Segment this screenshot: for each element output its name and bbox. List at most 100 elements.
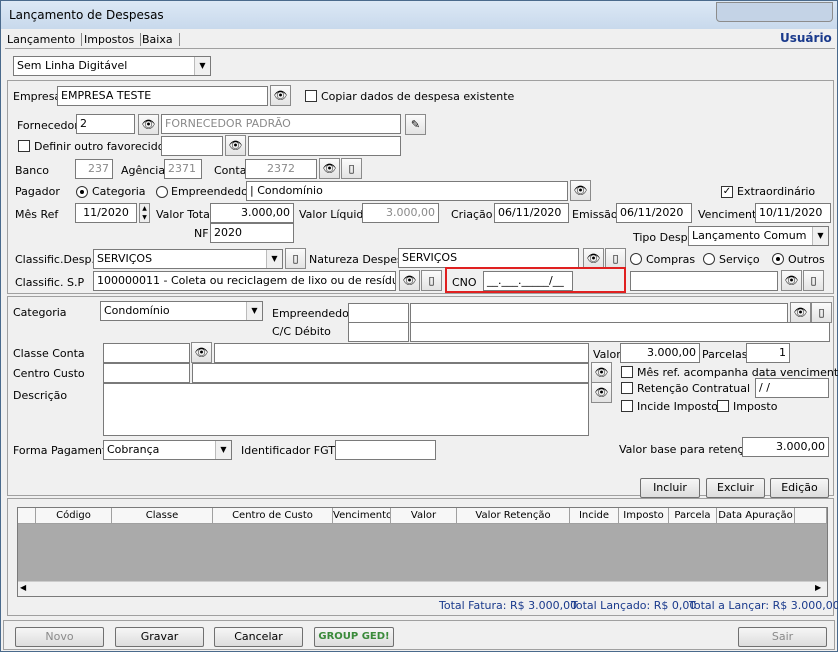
binoculars-icon[interactable]: 👁	[399, 270, 420, 291]
empreendedor-name[interactable]	[410, 303, 788, 323]
sair-button[interactable]: Sair	[738, 627, 827, 647]
categoria-select[interactable]: Condomínio ▼	[100, 301, 263, 321]
empreendedor-label: Empreendedor	[272, 307, 354, 320]
document-icon[interactable]: ▯	[341, 158, 362, 179]
classif-desp-label: Classific.Desp.	[15, 253, 95, 266]
cno-extra-input[interactable]	[630, 271, 778, 291]
classe-conta-name[interactable]	[214, 343, 589, 363]
natureza-compras-radio[interactable]	[630, 253, 642, 265]
horizontal-scrollbar[interactable]: ◀ ▶	[18, 581, 827, 596]
categoria-label: Categoria	[13, 306, 67, 319]
grid-col-classe[interactable]: Classe	[112, 508, 213, 524]
favorecido-code[interactable]	[161, 136, 223, 156]
document-icon[interactable]: ▯	[803, 270, 824, 291]
banco-input: 237	[75, 159, 113, 179]
empresa-input[interactable]: EMPRESA TESTE	[57, 86, 268, 106]
chevron-down-icon: ▼	[194, 57, 210, 75]
data-grid[interactable]: Código Classe Centro de Custo Vencimento…	[17, 507, 828, 597]
criacao-input[interactable]: 06/11/2020	[494, 203, 569, 223]
natureza-outros-radio[interactable]	[772, 253, 784, 265]
natureza-servico-radio[interactable]	[703, 253, 715, 265]
imposto-checkbox[interactable]	[717, 400, 729, 412]
binoculars-icon[interactable]: 👁	[225, 135, 246, 156]
group-ged-button[interactable]: GROUP GED!	[314, 627, 394, 647]
edicao-button[interactable]: Edição	[770, 478, 829, 498]
incluir-button[interactable]: Incluir	[640, 478, 700, 498]
grid-col-centro-custo[interactable]: Centro de Custo	[213, 508, 333, 524]
grid-col-valor[interactable]: Valor	[391, 508, 457, 524]
forma-pagamento-select[interactable]: Cobrança ▼	[103, 440, 232, 460]
mes-ref-acomp-checkbox[interactable]	[621, 366, 633, 378]
cancelar-button[interactable]: Cancelar	[214, 627, 303, 647]
empreendedor-code[interactable]	[348, 303, 409, 323]
tipo-desp-select[interactable]: Lançamento Comum ▼	[688, 226, 829, 246]
binoculars-icon[interactable]: 👁	[319, 158, 340, 179]
incide-imposto-checkbox[interactable]	[621, 400, 633, 412]
edit-form-icon[interactable]: ✎	[405, 114, 426, 135]
vencimento-input[interactable]: 10/11/2020	[755, 203, 831, 223]
pagador-categoria-radio[interactable]	[76, 186, 88, 198]
binoculars-icon[interactable]: 👁	[270, 85, 291, 106]
document-icon[interactable]: ▯	[285, 248, 306, 269]
binoculars-icon[interactable]: 👁	[138, 114, 159, 135]
tab-lancamento[interactable]: Lançamento	[7, 33, 83, 46]
gravar-button[interactable]: Gravar	[115, 627, 204, 647]
cc-debito-name[interactable]	[410, 322, 830, 342]
centro-custo-name[interactable]	[192, 363, 589, 383]
spinner-icon[interactable]: ▲ ▼	[139, 203, 150, 223]
retencao-input[interactable]: / /	[755, 378, 829, 398]
descricao-textarea[interactable]	[103, 383, 589, 436]
centro-custo-code[interactable]	[103, 363, 190, 383]
valor-base-input[interactable]: 3.000,00	[742, 437, 829, 457]
grid-col-parcela[interactable]: Parcela	[669, 508, 717, 524]
cno-input[interactable]: __.___._____/__	[483, 271, 573, 291]
scroll-right-icon[interactable]: ▶	[815, 583, 821, 592]
grid-col-incide[interactable]: Incide	[570, 508, 619, 524]
extraordinario-checkbox[interactable]: ✓	[721, 186, 733, 198]
fgts-input[interactable]	[335, 440, 436, 460]
natureza-input[interactable]: SERVIÇOS	[398, 248, 579, 268]
grid-col-imposto[interactable]: Imposto	[619, 508, 669, 524]
fornecedor-code[interactable]: 2	[76, 114, 135, 134]
copy-expense-checkbox[interactable]	[305, 90, 317, 102]
binoculars-icon[interactable]: 👁	[191, 342, 212, 363]
parcelas-input[interactable]: 1	[746, 343, 790, 363]
excluir-button[interactable]: Excluir	[706, 478, 765, 498]
classif-sp-input[interactable]: 100000011 - Coleta ou reciclagem de lixo…	[93, 271, 396, 291]
favorecido-checkbox[interactable]	[18, 140, 30, 152]
binoculars-icon[interactable]: 👁	[790, 302, 811, 323]
grid-col-vencimento[interactable]: Vencimento	[333, 508, 391, 524]
pagador-input[interactable]: | Condomínio	[246, 181, 568, 201]
retencao-checkbox[interactable]	[621, 382, 633, 394]
classe-conta-code[interactable]	[103, 343, 190, 363]
document-icon[interactable]: ▯	[605, 248, 626, 269]
binoculars-icon[interactable]: 👁	[570, 180, 591, 201]
valor-total-input[interactable]: 3.000,00	[210, 203, 294, 223]
tab-impostos[interactable]: Impostos	[84, 33, 142, 46]
scroll-left-icon[interactable]: ◀	[20, 583, 26, 592]
mes-ref-input[interactable]: 11/2020	[75, 203, 137, 223]
classif-desp-select[interactable]: SERVIÇOS ▼	[93, 249, 283, 269]
copy-expense-label: Copiar dados de despesa existente	[321, 90, 515, 103]
grid-col-filler	[795, 508, 827, 524]
binoculars-icon[interactable]: 👁	[583, 248, 604, 269]
grid-col-data-apuracao[interactable]: Data Apuração	[717, 508, 795, 524]
descricao-label: Descrição	[13, 389, 68, 402]
document-icon[interactable]: ▯	[421, 270, 442, 291]
binoculars-icon[interactable]: 👁	[781, 270, 802, 291]
novo-button[interactable]: Novo	[15, 627, 104, 647]
imposto-label: Imposto	[733, 400, 778, 413]
cc-debito-code[interactable]	[348, 322, 409, 342]
binoculars-icon[interactable]: 👁	[591, 382, 612, 403]
binoculars-icon[interactable]: 👁	[591, 362, 612, 383]
pagador-empreendedor-radio[interactable]	[156, 186, 168, 198]
barcode-select[interactable]: Sem Linha Digitável ▼	[13, 56, 211, 76]
favorecido-name[interactable]	[248, 136, 401, 156]
nf-input[interactable]: 2020	[210, 223, 294, 243]
grid-col-valor-retencao[interactable]: Valor Retenção	[457, 508, 570, 524]
tab-baixa[interactable]: Baixa	[142, 33, 180, 46]
grid-col-codigo[interactable]: Código	[36, 508, 112, 524]
emissao-input[interactable]: 06/11/2020	[616, 203, 692, 223]
document-icon[interactable]: ▯	[811, 302, 832, 323]
valor-input[interactable]: 3.000,00	[620, 343, 700, 363]
